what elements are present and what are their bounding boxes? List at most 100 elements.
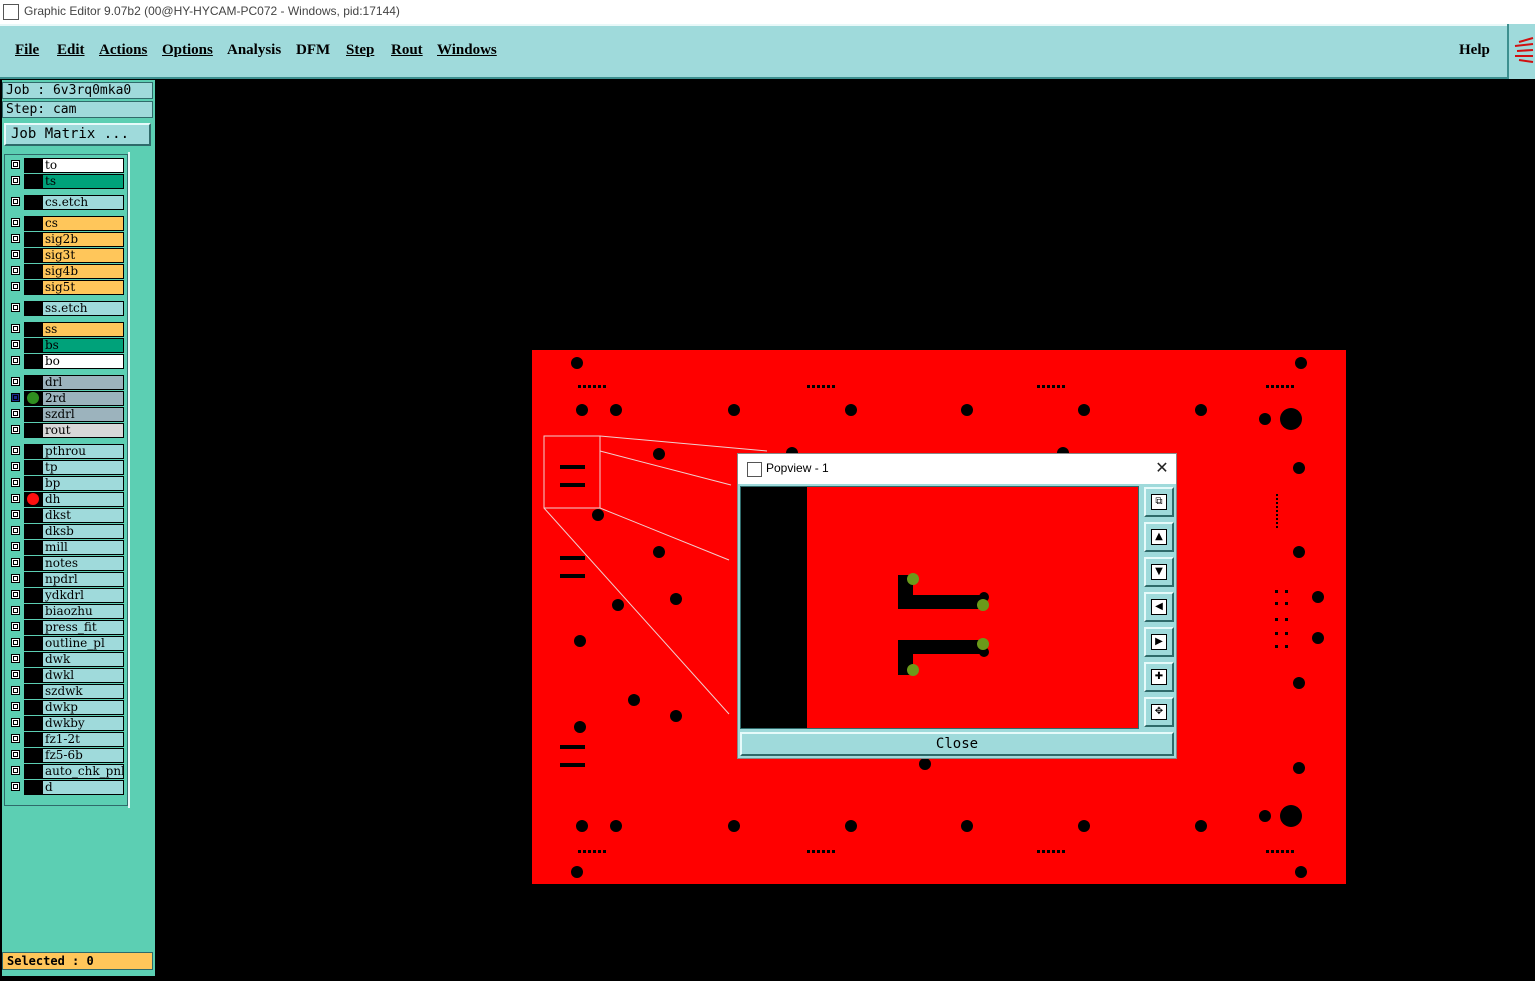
- layer-name[interactable]: ydkdrl: [42, 588, 124, 603]
- layer-name[interactable]: 2rd: [42, 391, 124, 406]
- layer-name[interactable]: auto_chk_pnl: [42, 764, 124, 779]
- layer-row[interactable]: press_fit: [7, 620, 125, 635]
- layer-checkbox[interactable]: [11, 393, 20, 402]
- layer-row[interactable]: 2rd: [7, 391, 125, 406]
- menu-file[interactable]: File: [15, 42, 39, 59]
- layer-affect-slot[interactable]: [24, 301, 42, 316]
- layer-row[interactable]: ts: [7, 174, 125, 189]
- layer-row[interactable]: sig5t: [7, 280, 125, 295]
- layer-checkbox[interactable]: [11, 425, 20, 434]
- layer-row[interactable]: tp: [7, 460, 125, 475]
- layer-checkbox[interactable]: [11, 446, 20, 455]
- layer-affect-slot[interactable]: [24, 684, 42, 699]
- layer-name[interactable]: szdrl: [42, 407, 124, 422]
- layer-name[interactable]: fz1-2t: [42, 732, 124, 747]
- layer-affect-slot[interactable]: [24, 652, 42, 667]
- layer-row[interactable]: mill: [7, 540, 125, 555]
- layer-row[interactable]: bs: [7, 338, 125, 353]
- layer-affect-slot[interactable]: [24, 174, 42, 189]
- layer-row[interactable]: szdrl: [7, 407, 125, 422]
- popview-pan-down-button[interactable]: ▼: [1144, 557, 1174, 587]
- layer-row[interactable]: ss: [7, 322, 125, 337]
- layer-row[interactable]: outline_pl: [7, 636, 125, 651]
- layer-row[interactable]: bp: [7, 476, 125, 491]
- layer-row[interactable]: fz1-2t: [7, 732, 125, 747]
- layer-affect-slot[interactable]: [24, 508, 42, 523]
- menu-edit[interactable]: Edit: [57, 42, 85, 59]
- layer-affect-slot[interactable]: [24, 732, 42, 747]
- popview-zoom-in-button[interactable]: ✚: [1144, 662, 1174, 692]
- layer-name[interactable]: notes: [42, 556, 124, 571]
- layer-row[interactable]: d: [7, 780, 125, 795]
- layer-checkbox[interactable]: [11, 670, 20, 679]
- layer-row[interactable]: auto_chk_pnl: [7, 764, 125, 779]
- layer-checkbox[interactable]: [11, 510, 20, 519]
- layer-affect-slot[interactable]: [24, 764, 42, 779]
- layer-affect-slot[interactable]: [24, 195, 42, 210]
- layer-row[interactable]: pthrou: [7, 444, 125, 459]
- layer-checkbox[interactable]: [11, 654, 20, 663]
- layer-row[interactable]: rout: [7, 423, 125, 438]
- layer-checkbox[interactable]: [11, 266, 20, 275]
- layer-name[interactable]: outline_pl: [42, 636, 124, 651]
- layer-row[interactable]: sig4b: [7, 264, 125, 279]
- layer-checkbox[interactable]: [11, 356, 20, 365]
- layer-row[interactable]: dksb: [7, 524, 125, 539]
- layer-name[interactable]: tp: [42, 460, 124, 475]
- layer-affect-slot[interactable]: [24, 423, 42, 438]
- layer-row[interactable]: fz5-6b: [7, 748, 125, 763]
- layer-checkbox[interactable]: [11, 303, 20, 312]
- layer-checkbox[interactable]: [11, 542, 20, 551]
- layer-checkbox[interactable]: [11, 377, 20, 386]
- layer-affect-slot[interactable]: [24, 668, 42, 683]
- layer-name[interactable]: bo: [42, 354, 124, 369]
- layer-affect-slot[interactable]: [24, 391, 42, 406]
- layer-name[interactable]: d: [42, 780, 124, 795]
- layer-checkbox[interactable]: [11, 782, 20, 791]
- popview-pan-right-button[interactable]: ▶: [1144, 627, 1174, 657]
- layer-checkbox[interactable]: [11, 606, 20, 615]
- menu-step[interactable]: Step: [346, 42, 374, 59]
- layer-name[interactable]: dkst: [42, 508, 124, 523]
- layer-checkbox[interactable]: [11, 766, 20, 775]
- layer-affect-slot[interactable]: [24, 636, 42, 651]
- layer-name[interactable]: dwk: [42, 652, 124, 667]
- popview-canvas[interactable]: [740, 486, 1139, 729]
- layer-row[interactable]: dwkp: [7, 700, 125, 715]
- layer-row[interactable]: notes: [7, 556, 125, 571]
- layer-affect-slot[interactable]: [24, 492, 42, 507]
- layer-affect-slot[interactable]: [24, 232, 42, 247]
- layer-name[interactable]: sig5t: [42, 280, 124, 295]
- layer-row[interactable]: dwkby: [7, 716, 125, 731]
- layer-name[interactable]: ss.etch: [42, 301, 124, 316]
- layer-checkbox[interactable]: [11, 234, 20, 243]
- layer-checkbox[interactable]: [11, 686, 20, 695]
- layer-affect-slot[interactable]: [24, 748, 42, 763]
- layer-name[interactable]: drl: [42, 375, 124, 390]
- layer-name[interactable]: cs: [42, 216, 124, 231]
- layer-affect-slot[interactable]: [24, 604, 42, 619]
- layer-affect-slot[interactable]: [24, 540, 42, 555]
- layer-affect-slot[interactable]: [24, 158, 42, 173]
- layer-checkbox[interactable]: [11, 409, 20, 418]
- layer-name[interactable]: dh: [42, 492, 124, 507]
- layer-checkbox[interactable]: [11, 176, 20, 185]
- layer-checkbox[interactable]: [11, 462, 20, 471]
- layer-name[interactable]: ts: [42, 174, 124, 189]
- layer-name[interactable]: npdrl: [42, 572, 124, 587]
- layer-checkbox[interactable]: [11, 282, 20, 291]
- popview-close-icon[interactable]: ✕: [1152, 458, 1172, 478]
- popview-pan-left-button[interactable]: ◀: [1144, 592, 1174, 622]
- layer-name[interactable]: sig2b: [42, 232, 124, 247]
- layer-name[interactable]: dwkp: [42, 700, 124, 715]
- layer-checkbox[interactable]: [11, 218, 20, 227]
- menu-options[interactable]: Options: [162, 42, 213, 59]
- layer-row[interactable]: ss.etch: [7, 301, 125, 316]
- layer-affect-slot[interactable]: [24, 248, 42, 263]
- layer-name[interactable]: cs.etch: [42, 195, 124, 210]
- layer-checkbox[interactable]: [11, 526, 20, 535]
- layer-row[interactable]: szdwk: [7, 684, 125, 699]
- layer-checkbox[interactable]: [11, 734, 20, 743]
- popview-copy-button[interactable]: ⧉: [1144, 487, 1174, 517]
- layer-affect-slot[interactable]: [24, 524, 42, 539]
